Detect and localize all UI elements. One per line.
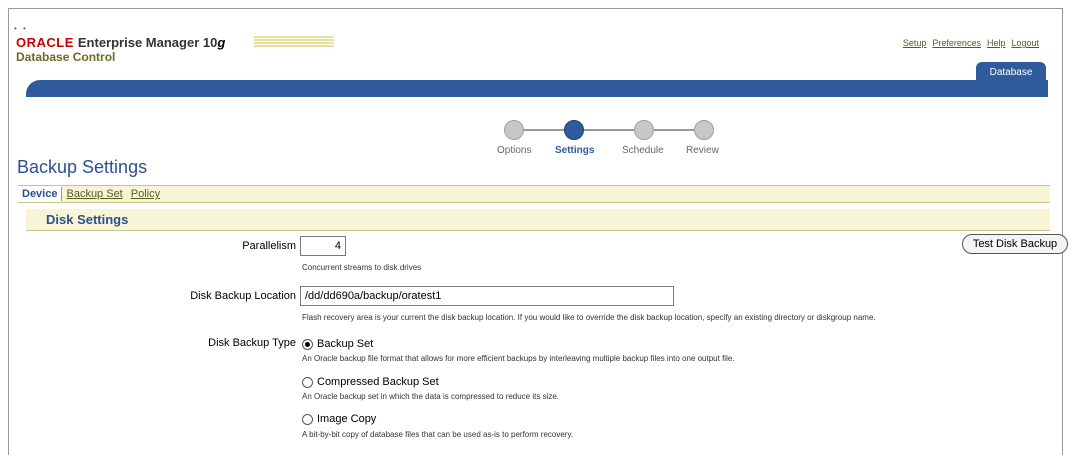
wizard-train: Options Settings Schedule Review	[494, 118, 734, 158]
train-step-review-dot[interactable]	[694, 120, 714, 140]
train-step-options-label[interactable]: Options	[497, 145, 531, 156]
train-connector	[584, 129, 634, 131]
compressed-backup-set-option[interactable]: Compressed Backup Set	[302, 376, 439, 388]
test-disk-backup-button[interactable]: Test Disk Backup	[962, 234, 1068, 254]
logout-link[interactable]: Logout	[1011, 38, 1039, 48]
logo-subtitle: Database Control	[16, 50, 116, 64]
logo-oracle-text: ORACLE	[16, 35, 74, 50]
train-step-settings-dot	[564, 120, 584, 140]
logo-product-text: Enterprise Manager 10	[77, 35, 218, 50]
train-step-review-label[interactable]: Review	[686, 145, 719, 156]
subtab-backup-set[interactable]: Backup Set	[62, 188, 126, 200]
backup-set-radio[interactable]	[302, 338, 313, 350]
help-link[interactable]: Help	[987, 38, 1006, 48]
backup-set-option[interactable]: Backup Set	[302, 338, 373, 350]
logo-stripes	[254, 36, 334, 48]
disk-backup-type-label: Disk Backup Type	[208, 337, 296, 349]
train-step-schedule-dot[interactable]	[634, 120, 654, 140]
setup-link[interactable]: Setup	[903, 38, 927, 48]
tab-database[interactable]: Database	[976, 62, 1046, 82]
backup-set-desc: An Oracle backup file format that allows…	[302, 354, 735, 363]
page-title: Backup Settings	[17, 157, 148, 177]
oracle-logo: ORACLE Enterprise Manager 10g	[16, 35, 225, 50]
subtab-policy[interactable]: Policy	[127, 188, 164, 200]
subtab-device[interactable]: Device	[18, 186, 62, 202]
compressed-backup-set-desc: An Oracle backup set in which the data i…	[302, 392, 560, 401]
train-step-schedule-label[interactable]: Schedule	[622, 145, 664, 156]
section-title: Disk Settings	[26, 209, 1050, 231]
preferences-link[interactable]: Preferences	[932, 38, 981, 48]
subtab-bar: Device Backup Set Policy	[18, 185, 1050, 203]
parallelism-tip: Concurrent streams to disk drives	[302, 263, 422, 272]
train-step-settings-label: Settings	[555, 145, 595, 156]
backup-set-label[interactable]: Backup Set	[317, 338, 373, 350]
disk-backup-location-tip: Flash recovery area is your current the …	[302, 313, 876, 322]
compressed-backup-set-radio[interactable]	[302, 376, 313, 388]
header-band	[26, 80, 1048, 97]
image-copy-radio[interactable]	[302, 413, 313, 425]
disk-backup-location-input[interactable]	[300, 286, 674, 306]
logo-dots: • •	[14, 24, 28, 33]
logo-version-text: g	[217, 35, 226, 50]
image-copy-label[interactable]: Image Copy	[317, 413, 376, 425]
global-links: Setup Preferences Help Logout	[903, 38, 1039, 48]
compressed-backup-set-label[interactable]: Compressed Backup Set	[317, 376, 439, 388]
image-copy-desc: A bit-by-bit copy of database files that…	[302, 430, 574, 439]
disk-backup-location-label: Disk Backup Location	[190, 290, 296, 302]
train-step-options-dot[interactable]	[504, 120, 524, 140]
parallelism-label: Parallelism	[242, 240, 296, 252]
parallelism-input[interactable]	[300, 236, 346, 256]
image-copy-option[interactable]: Image Copy	[302, 413, 376, 425]
window-frame	[8, 8, 1063, 455]
